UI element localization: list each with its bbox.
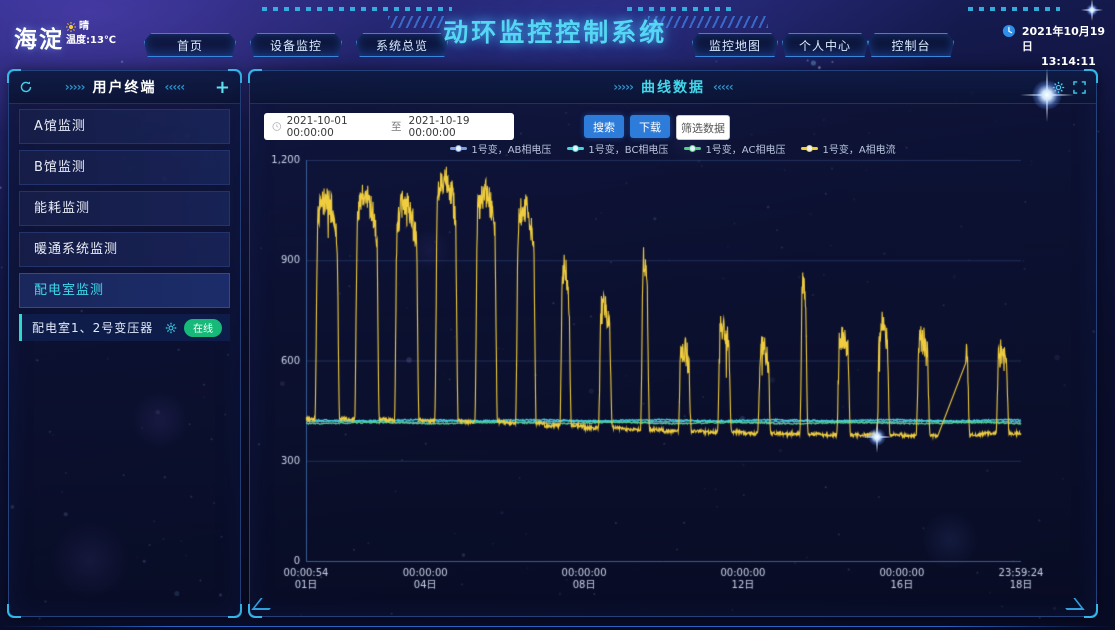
corner-accent: [1084, 69, 1098, 83]
current-date: 2021年10月19日: [1022, 24, 1115, 54]
legend-item-3[interactable]: 1号变，A相电流: [801, 141, 895, 156]
panel-settings-button[interactable]: [1052, 81, 1065, 94]
corner-accent: [1084, 604, 1098, 618]
nav-button-device-monitor[interactable]: 设备监控: [250, 33, 342, 57]
legend-label: 1号变，AC相电压: [705, 141, 785, 156]
header-dotted-line: [627, 7, 735, 11]
legend-label: 1号变，AB相电压: [471, 141, 551, 156]
refresh-button[interactable]: [19, 71, 33, 103]
bottom-frame-line: [0, 626, 1115, 627]
sidebar-item-hall-b[interactable]: B馆监测: [19, 150, 230, 185]
sidebar-header: ››››› 用户终端 ‹‹‹‹‹ +: [9, 71, 240, 104]
header-hatch-left: [388, 16, 444, 28]
system-title: 动环监控控制系统: [443, 13, 667, 49]
legend-marker: [801, 147, 818, 150]
curve-panel-header: ››››› 曲线数据 ‹‹‹‹‹: [250, 71, 1096, 104]
device-label: 配电室1、2号变压器: [32, 319, 153, 336]
corner-accent: [228, 69, 242, 83]
sidebar-title: 用户终端: [93, 77, 157, 97]
corner-accent: [7, 604, 21, 618]
header-dotted-line: [262, 7, 452, 11]
weather-condition: 晴: [79, 21, 89, 33]
gear-icon: [165, 322, 177, 334]
curve-chart-canvas[interactable]: [256, 155, 1086, 605]
gear-icon: [1052, 81, 1065, 94]
date-end-value: 2021-10-19 00:00:00: [409, 115, 506, 139]
legend-item-2[interactable]: 1号变，AC相电压: [684, 141, 785, 156]
title-deco-right: ‹‹‹‹‹: [713, 80, 733, 94]
sidebar-item-energy[interactable]: 能耗监测: [19, 191, 230, 226]
clock-icon: [1002, 24, 1016, 38]
legend-item-1[interactable]: 1号变，BC相电压: [567, 141, 668, 156]
top-header: 海淀 晴 温度:13℃ 首页设备监控系统总览 动环监控控制系统 监控地图个人中心…: [0, 0, 1115, 64]
legend-item-0[interactable]: 1号变，AB相电压: [450, 141, 551, 156]
nav-button-monitor-map[interactable]: 监控地图: [692, 33, 778, 57]
date-range-input[interactable]: 2021-10-01 00:00:00 至 2021-10-19 00:00:0…: [264, 113, 514, 140]
current-time: 13:14:11: [1022, 54, 1115, 69]
nav-button-home[interactable]: 首页: [144, 33, 236, 57]
refresh-icon: [19, 80, 33, 94]
date-separator: 至: [391, 119, 402, 134]
search-button[interactable]: 搜索: [584, 115, 624, 138]
corner-accent: [248, 69, 262, 83]
legend-label: 1号变，A相电流: [822, 141, 895, 156]
device-item[interactable]: 配电室1、2号变压器 在线: [19, 314, 230, 341]
date-start-value: 2021-10-01 00:00:00: [287, 115, 384, 139]
nav-button-console[interactable]: 控制台: [868, 33, 954, 57]
filter-data-button[interactable]: 筛选数据: [676, 115, 730, 140]
sidebar-item-power-room[interactable]: 配电室监测: [19, 273, 230, 308]
user-terminal-panel: ››››› 用户终端 ‹‹‹‹‹ + A馆监测B馆监测能耗监测暖通系统监测配电室…: [8, 70, 241, 617]
title-deco-left: ›››››: [65, 80, 85, 94]
corner-accent: [7, 69, 21, 83]
curve-data-panel: ››››› 曲线数据 ‹‹‹‹‹ 2021-1: [249, 70, 1097, 617]
weather-widget: 晴 温度:13℃: [66, 21, 116, 47]
sidebar-item-hvac[interactable]: 暖通系统监测: [19, 232, 230, 267]
corner-accent: [228, 604, 242, 618]
clock-icon: [272, 121, 282, 132]
datetime-widget: 2021年10月19日 13:14:11: [1002, 24, 1115, 69]
device-settings-button[interactable]: [165, 322, 177, 334]
curve-panel-title: 曲线数据: [641, 77, 705, 97]
title-deco-left: ›››››: [613, 80, 633, 94]
chart-legend: 1号变，AB相电压 1号变，BC相电压 1号变，AC相电压 1号变，A相电流: [250, 141, 1096, 156]
sidebar-item-list: A馆监测 B馆监测能耗监测暖通系统监测配电室监测配电室1、2号变压器 在线: [19, 109, 230, 341]
weather-temperature: 温度:13℃: [66, 35, 116, 47]
header-dotted-line: [968, 7, 1060, 11]
download-button[interactable]: 下载: [630, 115, 670, 138]
title-deco-right: ‹‹‹‹‹: [165, 80, 185, 94]
sun-icon: [66, 22, 76, 32]
legend-marker: [567, 147, 584, 150]
sidebar-item-hall-a[interactable]: A馆监测: [19, 109, 230, 144]
nav-button-personal-center[interactable]: 个人中心: [782, 33, 868, 57]
legend-marker: [450, 147, 467, 150]
legend-marker: [684, 147, 701, 150]
online-status-badge: 在线: [184, 319, 222, 337]
legend-label: 1号变，BC相电压: [588, 141, 668, 156]
city-logo: 海淀: [14, 20, 64, 54]
nav-button-system-overview[interactable]: 系统总览: [356, 33, 448, 57]
